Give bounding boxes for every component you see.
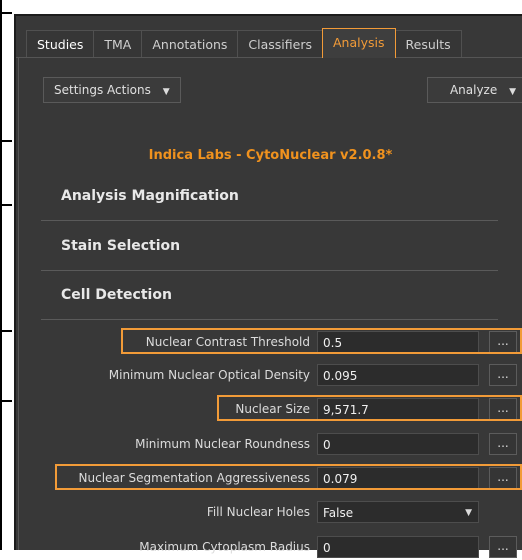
more-options-button[interactable]: ... [489,536,517,558]
tab-analysis[interactable]: Analysis [322,28,396,58]
fill-nuclear-holes-value: False [323,506,354,520]
section-label: Analysis Magnification [61,188,239,204]
more-options-button[interactable]: ... [489,398,517,420]
param-label: Nuclear Contrast Threshold [145,335,310,349]
tab-annotations[interactable]: Annotations [141,30,239,58]
max-cytoplasm-radius-field[interactable]: 0 [317,536,479,558]
tab-bar: Studies TMA Annotations Classifiers Anal… [16,28,522,58]
window-edge-line [0,140,12,142]
param-row-nuclear-size: Nuclear Size 9,571.7 ... [19,398,522,422]
param-label: Fill Nuclear Holes [206,505,310,519]
section-stain-selection[interactable]: Stain Selection [41,223,498,271]
window-edge-line [0,330,12,332]
window-edge [0,0,2,550]
section-label: Stain Selection [61,238,181,254]
nuclear-segmentation-aggressiveness-field[interactable]: 0.079 [317,467,479,489]
analysis-window: Studies TMA Annotations Classifiers Anal… [14,14,522,558]
settings-actions-button[interactable]: Settings Actions ▼ [43,77,181,103]
analyze-label: Analyze [449,83,498,97]
analyze-button[interactable]: Analyze ▼ [427,77,522,103]
more-options-button[interactable]: ... [489,467,517,489]
more-options-button[interactable]: ... [489,331,517,353]
tab-results[interactable]: Results [394,30,462,58]
min-nuclear-roundness-field[interactable]: 0 [317,433,479,455]
window-edge-line [0,12,12,14]
param-label: Nuclear Size [235,402,310,416]
fill-nuclear-holes-select[interactable]: False ▼ [317,501,479,523]
tab-studies[interactable]: Studies [26,30,95,58]
settings-actions-label: Settings Actions [54,83,151,97]
nuclear-contrast-threshold-field[interactable]: 0.5 [317,331,479,353]
nuclear-size-field[interactable]: 9,571.7 [317,398,479,420]
param-row-min-nuclear-roundness: Minimum Nuclear Roundness 0 ... [19,433,522,457]
param-label: Nuclear Segmentation Aggressiveness [78,471,310,485]
chevron-down-icon: ▼ [509,87,516,97]
section-label: Cell Detection [61,287,172,303]
tab-classifiers[interactable]: Classifiers [237,30,323,58]
param-row-nuclear-contrast-threshold: Nuclear Contrast Threshold 0.5 ... [19,331,522,355]
param-row-max-cytoplasm-radius: Maximum Cytoplasm Radius 0 ... [19,536,522,560]
more-options-button[interactable]: ... [489,364,517,386]
chevron-down-icon: ▼ [162,87,170,97]
analysis-panel: Settings Actions ▼ Analyze ▼ Indica Labs… [18,58,522,558]
chevron-down-icon: ▼ [465,508,472,518]
min-nuclear-optical-density-field[interactable]: 0.095 [317,364,479,386]
window-edge-line [0,204,12,206]
section-analysis-magnification[interactable]: Analysis Magnification [41,173,498,221]
param-row-nuclear-segmentation-aggressiveness: Nuclear Segmentation Aggressiveness 0.07… [19,467,522,491]
param-row-fill-nuclear-holes: Fill Nuclear Holes False ▼ [19,501,522,525]
param-label: Maximum Cytoplasm Radius [139,540,310,554]
section-cell-detection[interactable]: Cell Detection [41,272,498,320]
param-row-min-nuclear-optical-density: Minimum Nuclear Optical Density 0.095 ..… [19,364,522,388]
tab-tma[interactable]: TMA [93,30,143,58]
plugin-title: Indica Labs - CytoNuclear v2.0.8* [148,148,393,163]
more-options-button[interactable]: ... [489,433,517,455]
param-label: Minimum Nuclear Roundness [135,437,310,451]
param-label: Minimum Nuclear Optical Density [108,368,310,382]
window-edge-line [0,400,12,402]
